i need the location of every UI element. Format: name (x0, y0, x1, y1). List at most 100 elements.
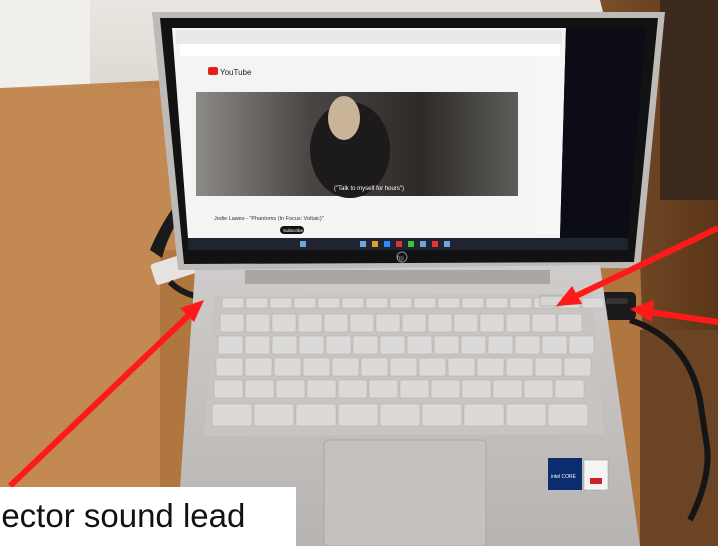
usb-adapter-highlight (606, 298, 628, 304)
keyboard-key (306, 379, 337, 399)
keyboard-key (295, 403, 337, 427)
keyboard-key (460, 335, 487, 355)
keyboard-key (323, 313, 349, 333)
taskbar-icon (396, 241, 402, 247)
keyboard-key (509, 297, 533, 309)
keyboard-key (352, 335, 379, 355)
keyboard-key (325, 335, 352, 355)
keyboard-key (244, 335, 271, 355)
keyboard-key (331, 357, 360, 377)
keyboard-key (273, 357, 302, 377)
keyboard-key (317, 297, 341, 309)
keyboard-key (505, 357, 534, 377)
video-subtitle: ("Talk to myself for hours") (334, 186, 404, 192)
keyboard-key (479, 313, 505, 333)
browser-address-bar (180, 44, 560, 56)
keyboard-key (421, 403, 463, 427)
keyboard-key (302, 357, 331, 377)
keyboard-key (505, 313, 531, 333)
keyboard-key (341, 297, 365, 309)
keyboard-key (463, 403, 505, 427)
keyboard-key (211, 403, 253, 427)
keyboard-key (557, 313, 583, 333)
keyboard-key (413, 297, 437, 309)
keyboard-key (563, 357, 592, 377)
keyboard-key (379, 403, 421, 427)
keyboard-key (430, 379, 461, 399)
keyboard-key (245, 313, 271, 333)
youtube-site-name: YouTube (220, 68, 252, 77)
keyboard-key (269, 297, 293, 309)
keyboard-key (360, 357, 389, 377)
keyboard-key (389, 357, 418, 377)
keyboard-key (375, 313, 401, 333)
keyboard-key (271, 313, 297, 333)
keyboard-key (213, 379, 244, 399)
keyboard-key (447, 357, 476, 377)
keyboard-key (406, 335, 433, 355)
keyboard-key (368, 379, 399, 399)
keyboard-key (531, 313, 557, 333)
keyboard-key (514, 335, 541, 355)
taskbar-icon (408, 241, 414, 247)
right-dark-corner (660, 0, 718, 200)
keyboard-key (505, 403, 547, 427)
taskbar-start-icon (300, 241, 306, 247)
keyboard-key (349, 313, 375, 333)
caption-box: jector sound lead (0, 487, 296, 546)
keyboard-key (297, 313, 323, 333)
keyboard-key (253, 403, 295, 427)
keyboard-key (244, 379, 275, 399)
keyboard-key (541, 335, 568, 355)
keyboard-key (476, 357, 505, 377)
keyboard-key (217, 335, 244, 355)
keyboard-key (437, 297, 461, 309)
keyboard-key (461, 379, 492, 399)
taskbar-icon (432, 241, 438, 247)
keyboard-key (401, 313, 427, 333)
youtube-logo-icon (208, 67, 218, 75)
keyboard-key (568, 335, 595, 355)
keyboard-key (427, 313, 453, 333)
keyboard-key (581, 297, 605, 309)
keyboard-key (534, 357, 563, 377)
taskbar-icon (372, 241, 378, 247)
keyboard-key (221, 297, 245, 309)
keyboard-key (399, 379, 430, 399)
taskbar-icon (420, 241, 426, 247)
taskbar-icon (444, 241, 450, 247)
keyboard-key (485, 297, 509, 309)
keyboard-key (365, 297, 389, 309)
sticker-logo-red (590, 478, 602, 484)
keyboard-key (492, 379, 523, 399)
laptop-hinge (245, 270, 550, 284)
keyboard-key (418, 357, 447, 377)
keyboard-key (293, 297, 317, 309)
taskbar-icon (384, 241, 390, 247)
window-frame (0, 0, 90, 90)
keyboard-key (219, 313, 245, 333)
keyboard-key (461, 297, 485, 309)
keyboard-key (433, 335, 460, 355)
keyboard-key (523, 379, 554, 399)
keyboard-key (245, 297, 269, 309)
keyboard-key (547, 403, 589, 427)
keyboard-key (453, 313, 479, 333)
keyboard-key (337, 379, 368, 399)
taskbar-icon (360, 241, 366, 247)
keyboard-key (298, 335, 325, 355)
secondary-sticker (583, 459, 609, 491)
intel-sticker-text: intel CORE (551, 474, 577, 480)
keyboard-key (487, 335, 514, 355)
keyboard-key (244, 357, 273, 377)
video-person-hair (328, 96, 360, 140)
browser-tab-bar (176, 30, 562, 44)
subscribe-label: Subscribe (283, 228, 304, 233)
hp-logo-text: hp (397, 256, 404, 262)
touchpad (323, 439, 487, 546)
keyboard-key (389, 297, 413, 309)
keyboard-key (271, 335, 298, 355)
keyboard-key (215, 357, 244, 377)
keyboard-key (379, 335, 406, 355)
keyboard-key (275, 379, 306, 399)
